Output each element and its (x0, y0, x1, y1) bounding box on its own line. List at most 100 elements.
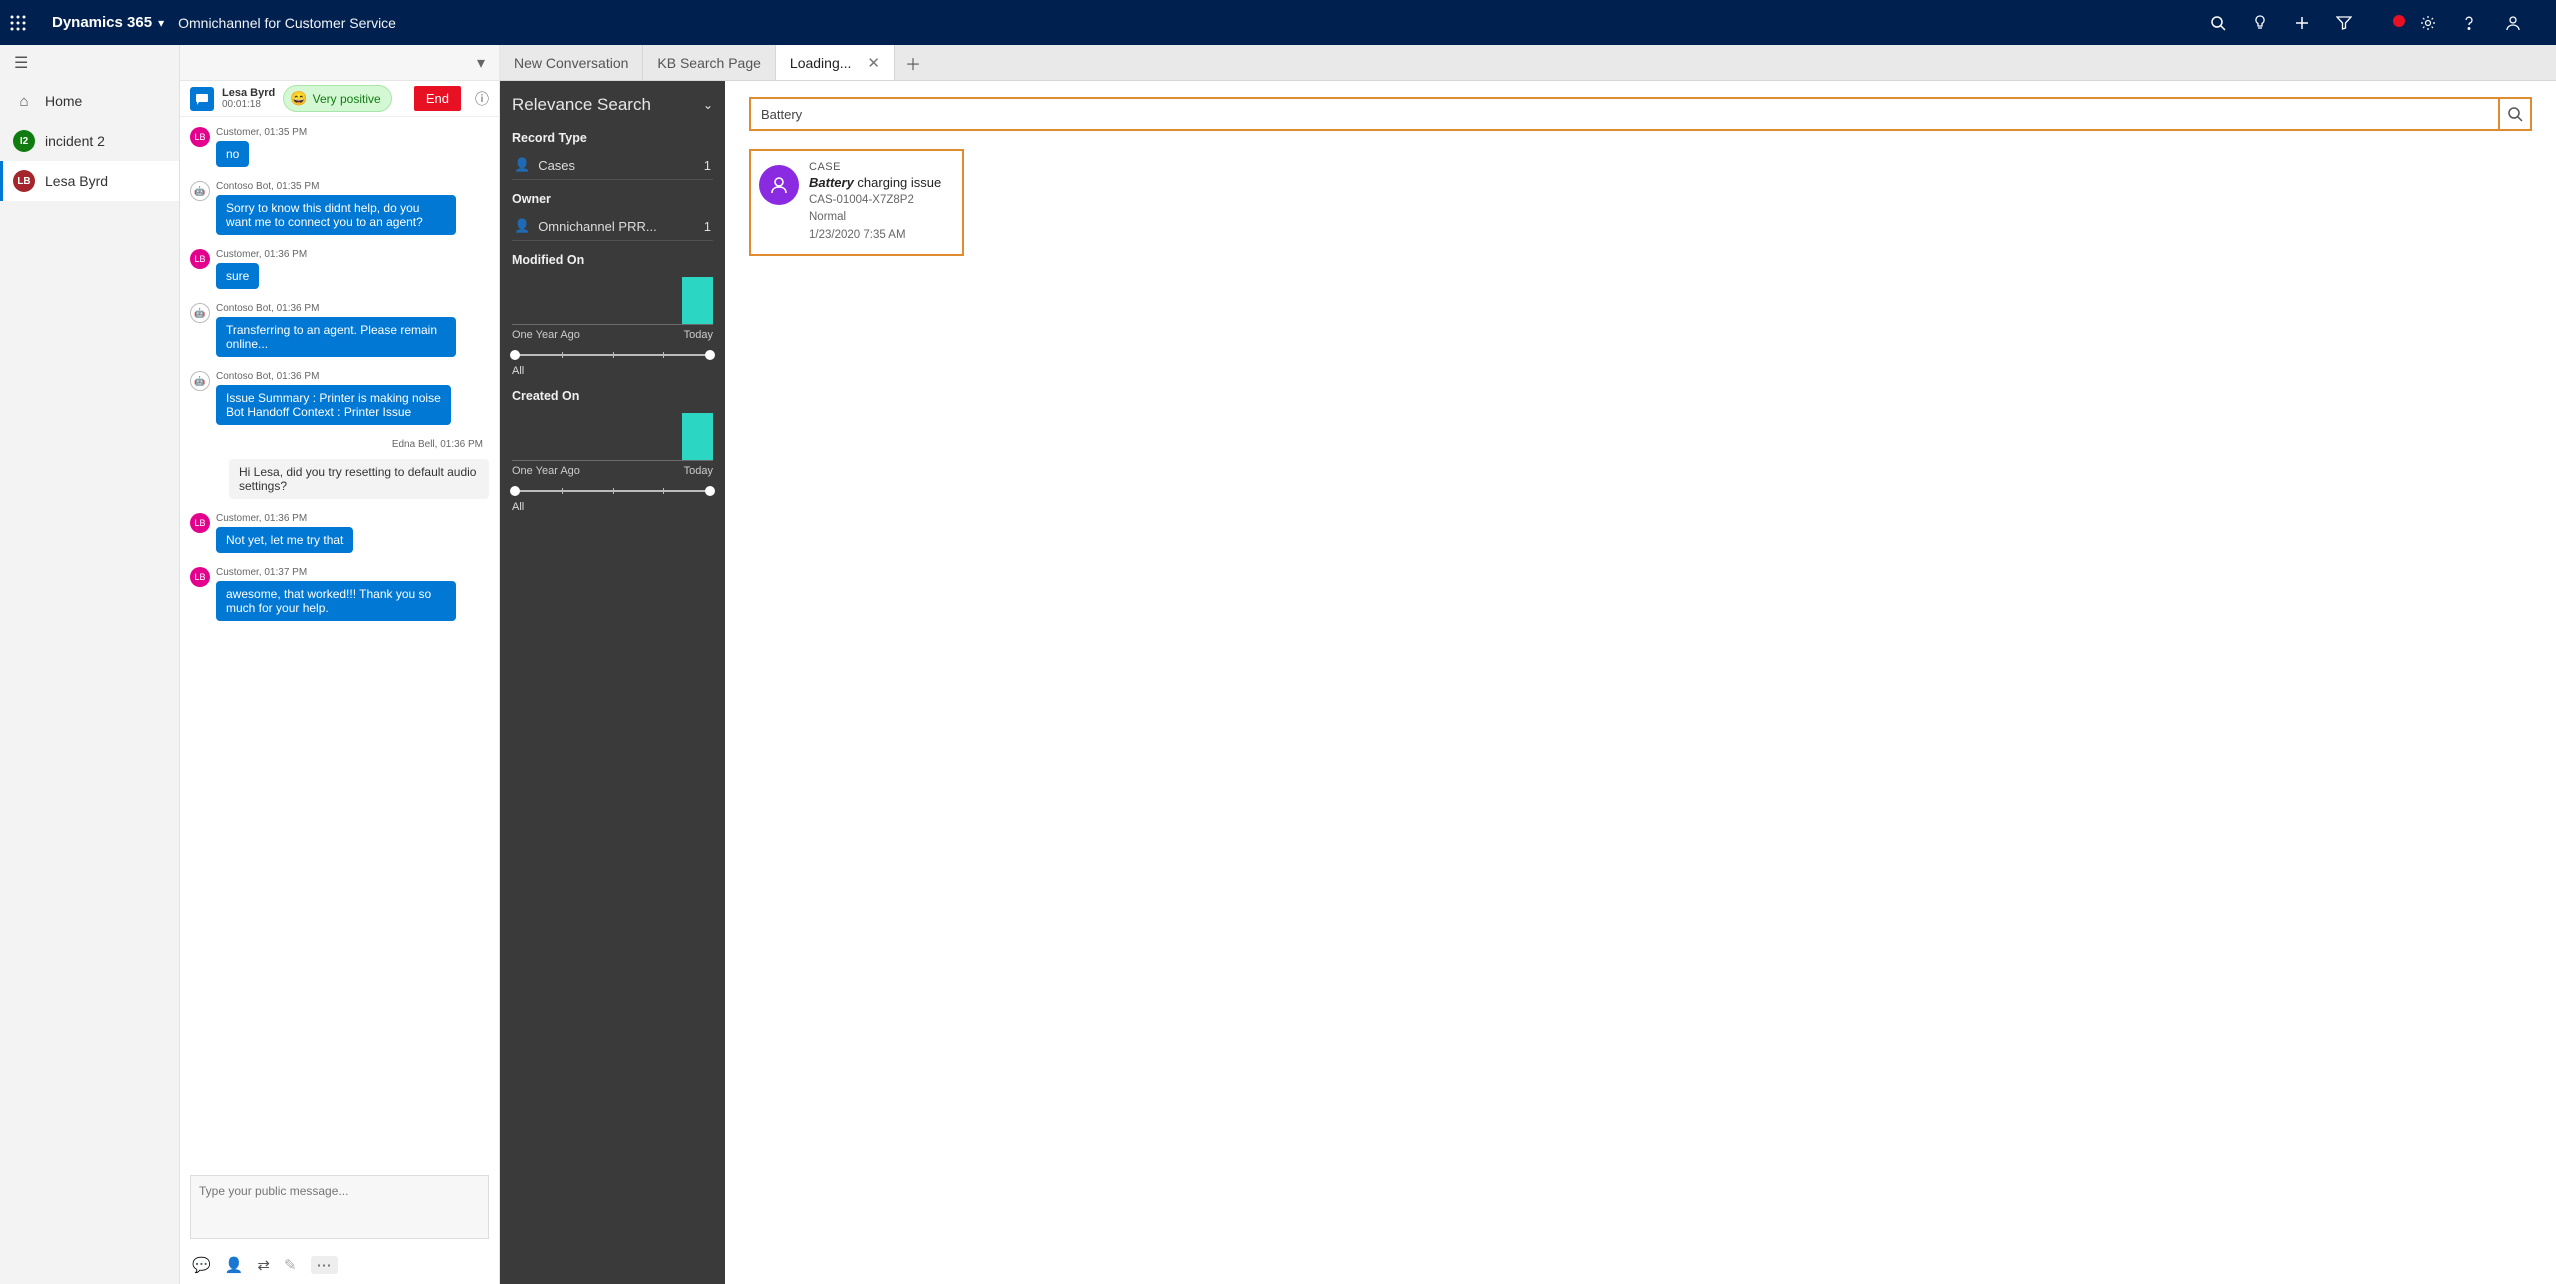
gear-icon[interactable] (2420, 15, 2462, 31)
account-icon[interactable] (2504, 14, 2546, 32)
info-icon[interactable]: ⓘ (475, 89, 489, 109)
session-item-incident2[interactable]: I2 incident 2 (0, 121, 179, 161)
filter-icon[interactable] (2336, 15, 2378, 31)
sentiment-label: Very positive (313, 92, 381, 106)
search-results-panel: CASE Battery charging issue CAS-01004-X7… (725, 81, 2556, 1284)
chat-icon (190, 87, 214, 111)
result-ref: CAS-01004-X7Z8P2 (809, 192, 941, 209)
facet-count: 1 (704, 158, 711, 173)
app-name[interactable]: Dynamics 365 (52, 14, 152, 31)
nav-home[interactable]: ⌂ Home (0, 81, 179, 121)
message-input[interactable] (190, 1175, 489, 1239)
tab-loading[interactable]: Loading... ✕ (776, 45, 895, 80)
chat-message-customer: LB Customer, 01:37 PM awesome, that worked… (190, 567, 489, 621)
chevron-down-icon[interactable]: ▾ (477, 53, 485, 73)
search-icon[interactable] (2210, 15, 2252, 31)
message-meta: Customer, 01:36 PM (216, 513, 353, 524)
axis-from: One Year Ago (512, 465, 580, 477)
message-bubble: Hi Lesa, did you try resetting to defaul… (229, 459, 489, 499)
case-avatar-icon (759, 165, 799, 205)
person-icon: 👤 (514, 218, 530, 234)
compose-area (190, 1175, 489, 1244)
message-meta: Edna Bell, 01:36 PM (392, 439, 483, 450)
facet-count: 1 (704, 219, 711, 234)
customer-name: Lesa Byrd (222, 87, 275, 99)
message-meta: Contoso Bot, 01:36 PM (216, 303, 456, 314)
search-result-card[interactable]: CASE Battery charging issue CAS-01004-X7… (749, 149, 964, 256)
message-bubble: Sorry to know this didnt help, do you wa… (216, 195, 456, 235)
modified-on-chart (512, 277, 713, 325)
chevron-down-icon[interactable]: ▾ (158, 16, 164, 30)
message-bubble: sure (216, 263, 259, 289)
tab-label: New Conversation (514, 55, 628, 71)
compose-toolbar: 💬 👤 ⇄ ✎ ⋯ (180, 1250, 499, 1284)
end-button[interactable]: End (414, 86, 461, 111)
facet-cases[interactable]: 👤 Cases 1 (512, 151, 713, 180)
tab-new-conversation[interactable]: New Conversation (500, 45, 643, 80)
chat-message-customer: LB Customer, 01:36 PM Not yet, let me try … (190, 513, 489, 553)
tab-kb-search[interactable]: KB Search Page (643, 45, 776, 80)
consult-icon[interactable]: 👤 (225, 1256, 244, 1274)
help-icon[interactable] (2462, 15, 2504, 31)
case-icon: 👤 (514, 157, 530, 173)
chat-message-agent: Edna Bell, 01:36 PM Hi Lesa, did you try … (190, 439, 489, 499)
search-input[interactable] (749, 97, 2498, 131)
home-icon: ⌂ (13, 93, 35, 110)
transfer-icon[interactable]: ⇄ (257, 1256, 270, 1274)
presence-indicator[interactable] (2378, 14, 2420, 32)
customer-avatar: LB (190, 567, 210, 587)
sentiment-indicator: 😄 Very positive (283, 85, 391, 112)
menu-toggle-icon[interactable]: ☰ (0, 45, 179, 81)
result-priority: Normal (809, 209, 941, 226)
slider-all-label: All (512, 365, 713, 377)
facet-label: Omnichannel PRR... (538, 219, 704, 234)
message-bubble: Not yet, let me try that (216, 527, 353, 553)
message-bubble: Issue Summary : Printer is making noiseB… (216, 385, 451, 425)
axis-to: Today (684, 465, 713, 477)
facet-heading-created: Created On (512, 389, 713, 403)
result-title: Battery charging issue (809, 175, 941, 190)
notes-icon[interactable]: ✎ (284, 1256, 297, 1274)
created-on-slider[interactable] (512, 485, 713, 497)
search-button[interactable] (2498, 97, 2532, 131)
session-duration: 00:01:18 (222, 99, 275, 110)
modified-on-slider[interactable] (512, 349, 713, 361)
facet-owner[interactable]: 👤 Omnichannel PRR... 1 (512, 212, 713, 241)
nav-home-label: Home (45, 93, 82, 109)
chat-message-bot: 🤖Contoso Bot, 01:36 PMTransferring to an… (190, 303, 489, 357)
message-meta: Customer, 01:37 PM (216, 567, 456, 578)
session-item-lesabyrd[interactable]: LB Lesa Byrd (0, 161, 179, 201)
chevron-down-icon[interactable]: ⌄ (703, 98, 713, 112)
facet-label: Cases (538, 158, 704, 173)
result-type: CASE (809, 161, 941, 173)
close-icon[interactable]: ✕ (867, 54, 880, 72)
facet-heading-owner: Owner (512, 192, 713, 206)
top-nav: Dynamics 365 ▾ Omnichannel for Customer … (0, 0, 2556, 45)
conversation-header: Lesa Byrd 00:01:18 😄 Very positive End ⓘ (180, 81, 499, 117)
left-rail: ☰ ⌂ Home I2 incident 2 LB Lesa Byrd (0, 45, 180, 1284)
tab-label: Loading... (790, 55, 852, 71)
session-item-label: incident 2 (45, 133, 105, 149)
relevance-panel: Relevance Search ⌄ Record Type 👤 Cases 1… (500, 81, 725, 1284)
app-launcher-icon[interactable] (10, 15, 46, 31)
chat-transcript[interactable]: LBCustomer, 01:35 PMno🤖Contoso Bot, 01:3… (180, 117, 499, 1175)
facet-heading-modified: Modified On (512, 253, 713, 267)
avatar: I2 (13, 130, 35, 152)
add-tab-button[interactable]: ＋ (895, 45, 931, 80)
add-icon[interactable] (2294, 15, 2336, 31)
bot-icon: 🤖 (190, 181, 210, 201)
more-actions-icon[interactable]: ⋯ (311, 1256, 338, 1274)
session-item-label: Lesa Byrd (45, 173, 108, 189)
avatar: LB (13, 170, 35, 192)
quick-reply-icon[interactable]: 💬 (192, 1256, 211, 1274)
result-date: 1/23/2020 7:35 AM (809, 227, 941, 244)
message-bubble: awesome, that worked!!! Thank you so muc… (216, 581, 456, 621)
tab-bar: New Conversation KB Search Page Loading.… (500, 45, 2556, 81)
message-meta: Customer, 01:35 PM (216, 127, 307, 138)
lightbulb-icon[interactable] (2252, 15, 2294, 31)
smile-icon: 😄 (290, 90, 307, 107)
message-meta: Customer, 01:36 PM (216, 249, 307, 260)
message-meta: Contoso Bot, 01:36 PM (216, 371, 451, 382)
customer-avatar: LB (190, 513, 210, 533)
message-bubble: no (216, 141, 249, 167)
